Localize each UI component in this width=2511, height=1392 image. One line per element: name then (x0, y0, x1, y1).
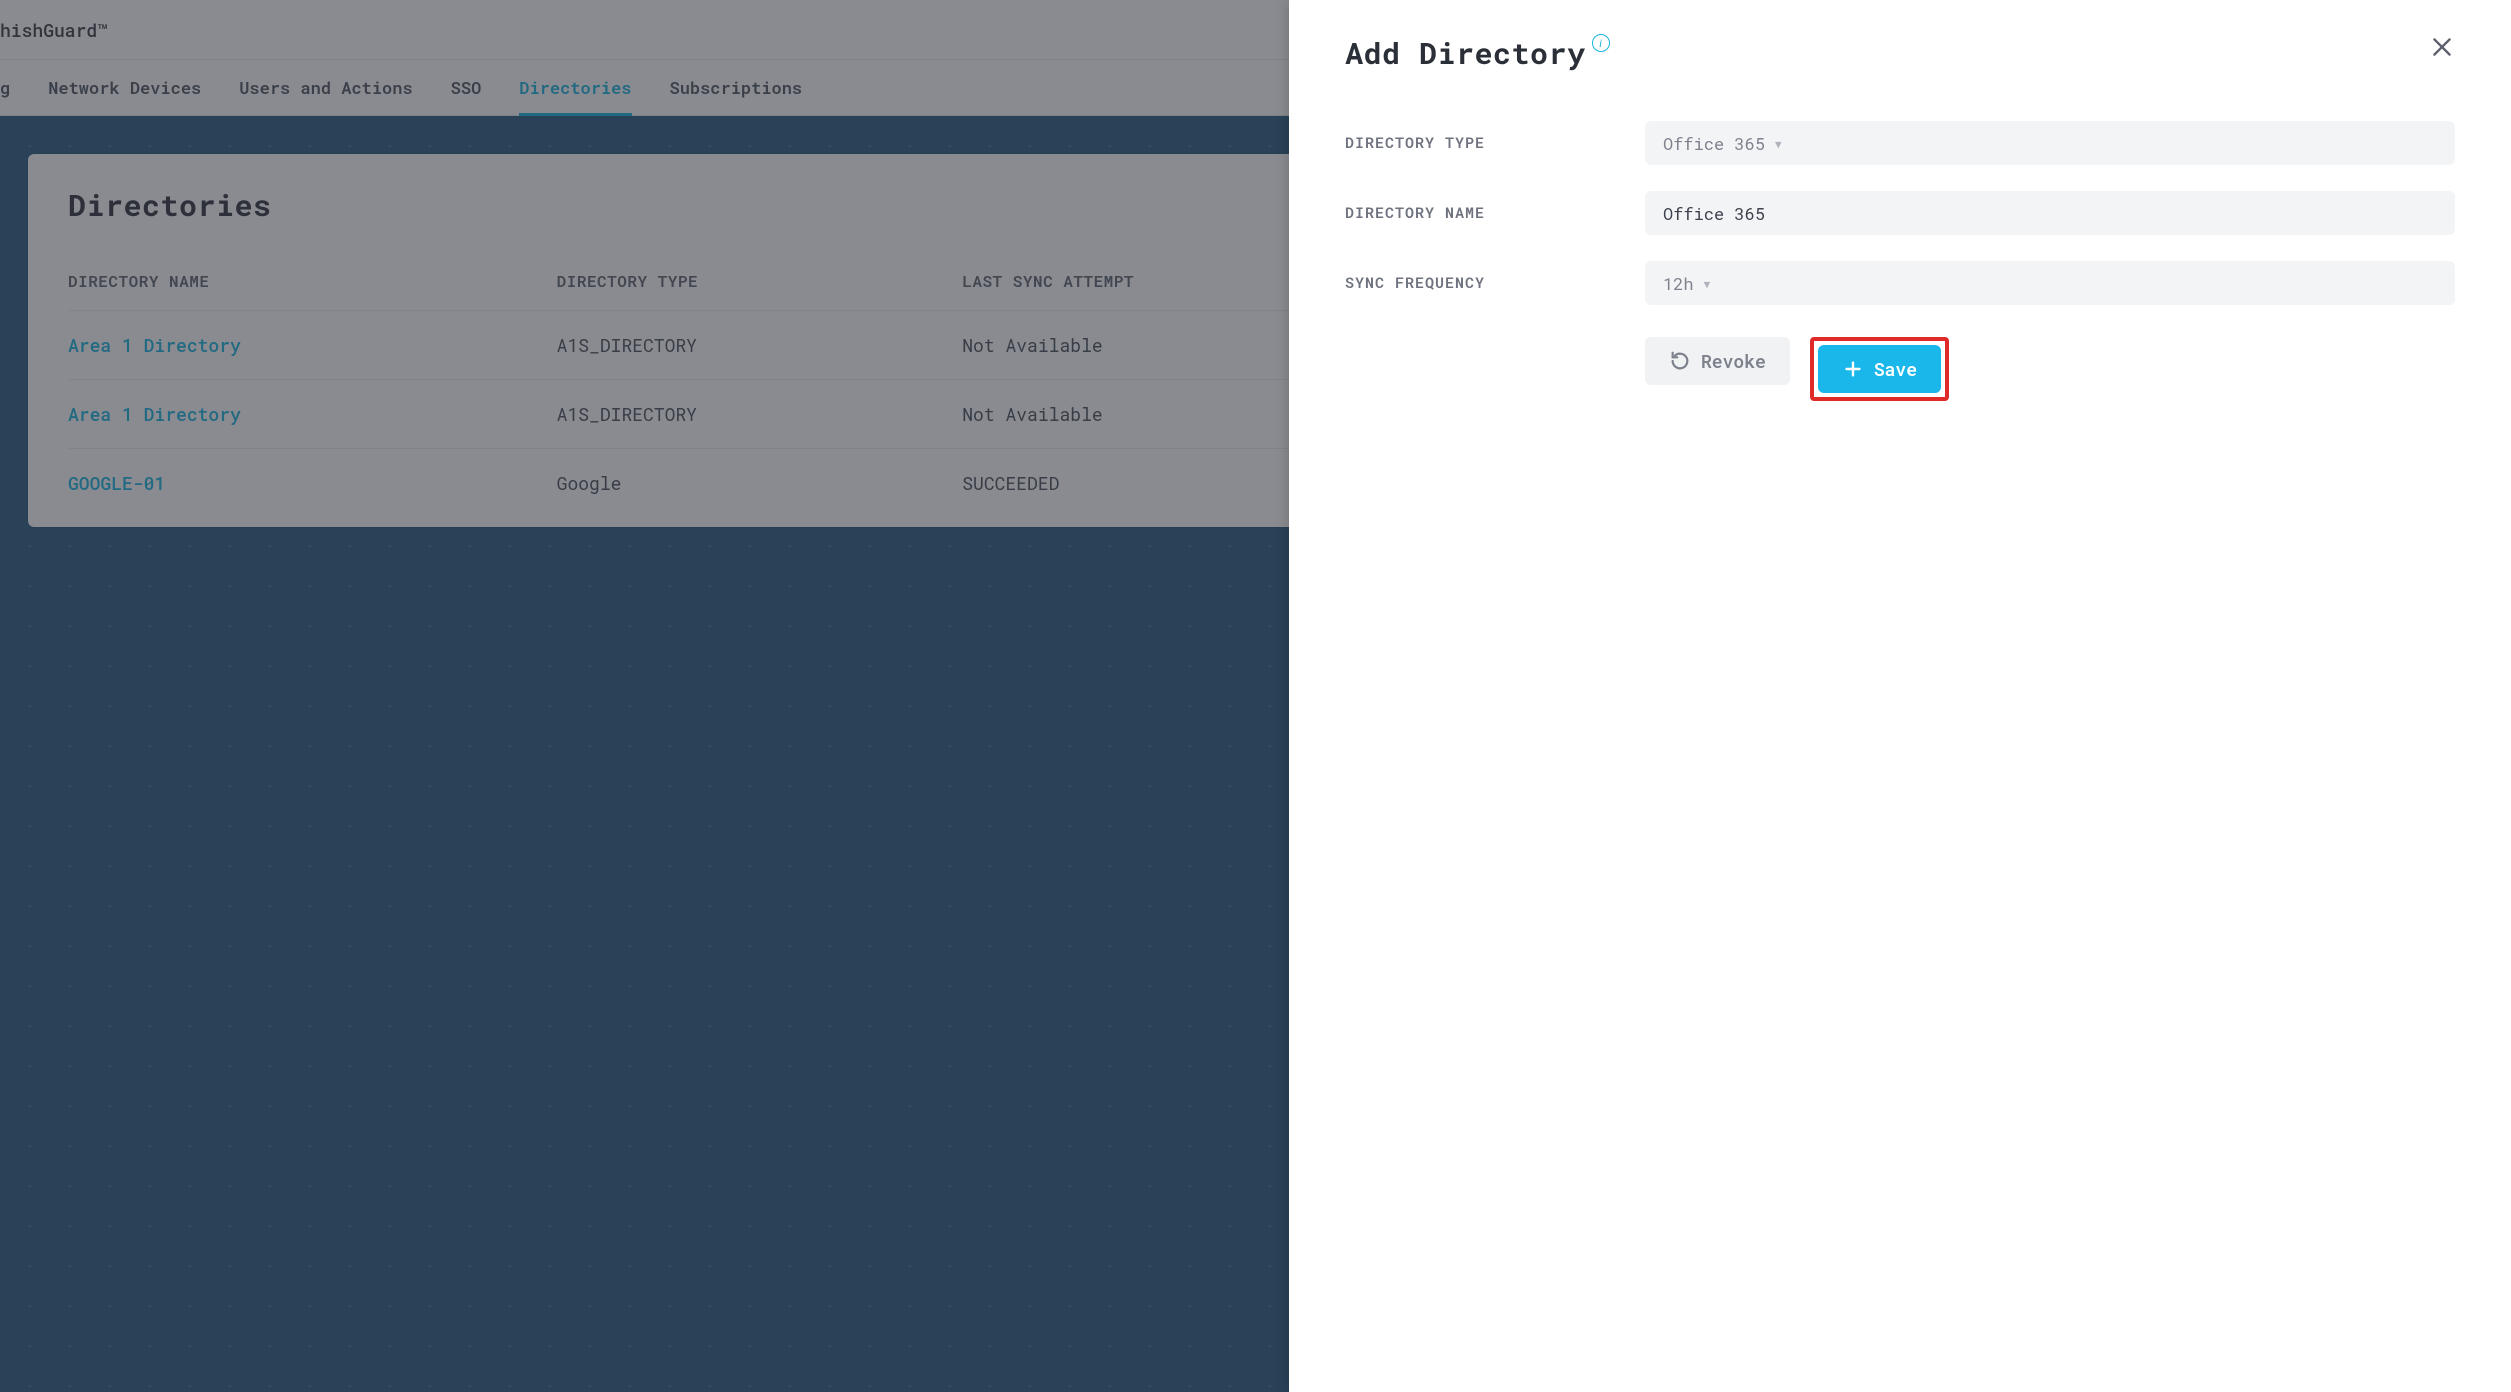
save-highlight: Save (1810, 337, 1949, 401)
label-directory-type: DIRECTORY TYPE (1345, 133, 1645, 153)
close-icon (2429, 34, 2455, 60)
select-sync-frequency[interactable]: 12h ▼ (1645, 261, 2455, 305)
label-sync-frequency: SYNC FREQUENCY (1345, 273, 1645, 293)
add-directory-form: DIRECTORY TYPE Office 365 ▼ DIRECTORY NA… (1345, 121, 2455, 401)
form-row-sync-frequency: SYNC FREQUENCY 12h ▼ (1345, 261, 2455, 305)
form-row-directory-type: DIRECTORY TYPE Office 365 ▼ (1345, 121, 2455, 165)
add-directory-panel: Add Directory i DIRECTORY TYPE Office 36… (1289, 0, 2511, 1392)
chevron-down-icon: ▼ (1775, 136, 1782, 151)
revoke-button[interactable]: Revoke (1645, 337, 1790, 385)
info-icon[interactable]: i (1592, 34, 1610, 52)
select-sync-frequency-value: 12h (1663, 272, 1694, 295)
panel-actions: Revoke Save (1345, 337, 2455, 401)
save-button[interactable]: Save (1818, 345, 1941, 393)
label-directory-name: DIRECTORY NAME (1345, 203, 1645, 223)
form-row-directory-name: DIRECTORY NAME (1345, 191, 2455, 235)
chevron-down-icon: ▼ (1704, 276, 1711, 291)
close-button[interactable] (2429, 34, 2455, 65)
revoke-button-label: Revoke (1701, 349, 1766, 373)
plus-icon (1842, 358, 1864, 380)
panel-title: Add Directory (1345, 34, 1586, 73)
revoke-icon (1669, 350, 1691, 372)
select-directory-type-value: Office 365 (1663, 132, 1765, 155)
input-directory-name[interactable] (1645, 191, 2455, 235)
save-button-label: Save (1874, 357, 1917, 381)
select-directory-type[interactable]: Office 365 ▼ (1645, 121, 2455, 165)
panel-header: Add Directory i (1345, 34, 2455, 73)
